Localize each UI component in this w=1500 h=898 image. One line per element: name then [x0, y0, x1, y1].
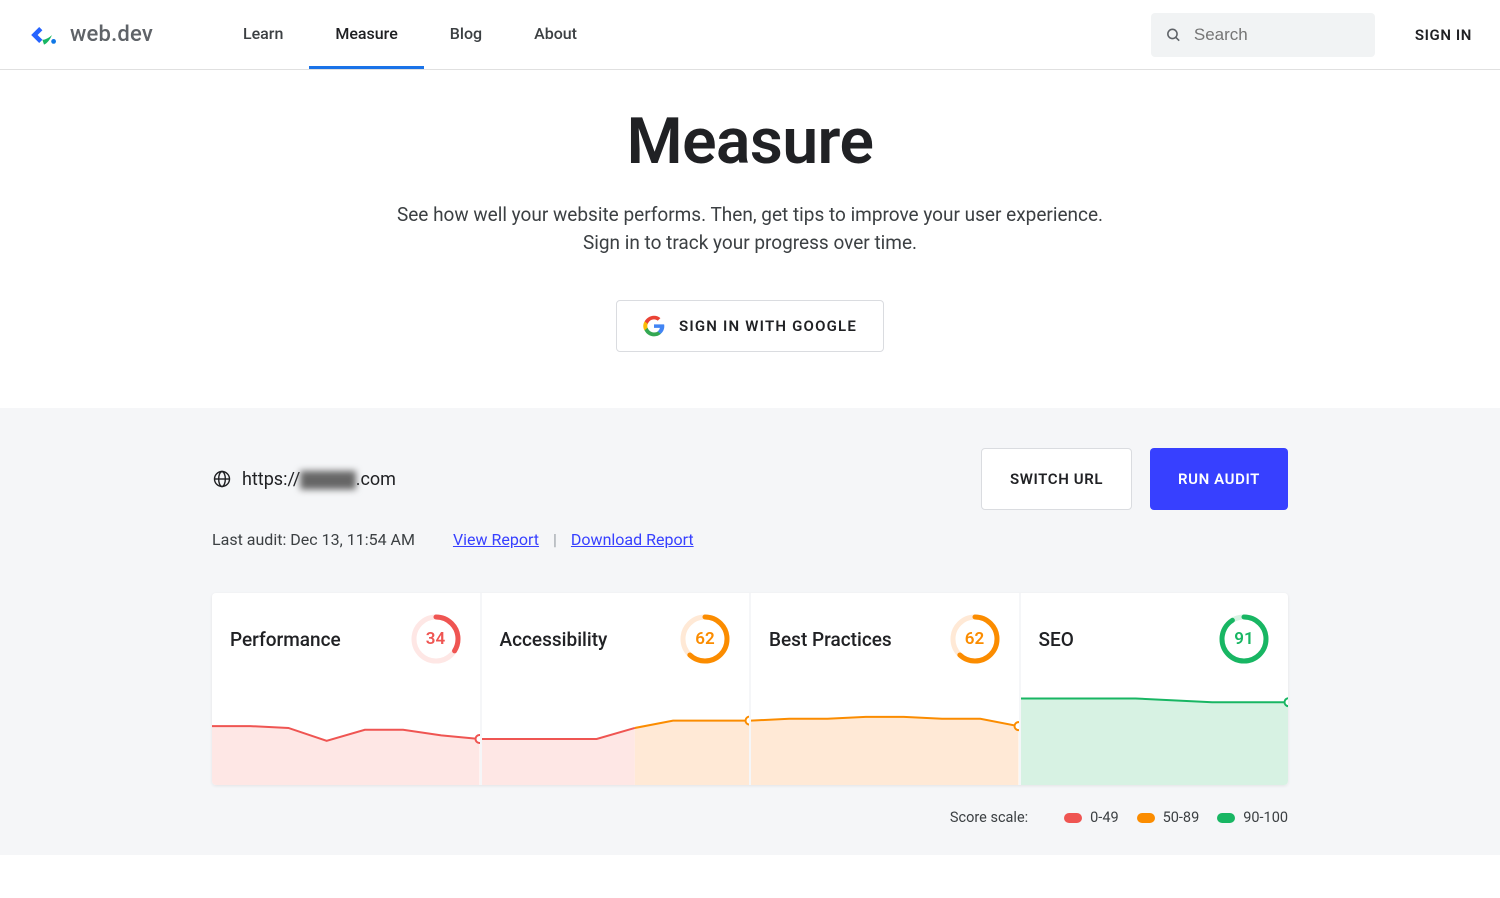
- score-card-accessibility[interactable]: Accessibility 62: [482, 593, 750, 785]
- google-signin-button[interactable]: SIGN IN WITH GOOGLE: [616, 300, 884, 352]
- search-input[interactable]: [1194, 25, 1361, 45]
- score-gauge: 62: [679, 613, 731, 665]
- audited-url: https://▇▇▇▇.com: [242, 469, 396, 490]
- last-audit-text: Last audit: Dec 13, 11:54 AM: [212, 530, 415, 549]
- hero: Measure See how well your website perfor…: [0, 70, 1500, 408]
- search-box[interactable]: [1151, 13, 1375, 57]
- nav-blog[interactable]: Blog: [424, 0, 508, 69]
- nav: LearnMeasureBlogAbout: [217, 0, 603, 69]
- switch-url-button[interactable]: SWITCH URL: [981, 448, 1132, 510]
- logo-text: web.dev: [70, 22, 153, 47]
- download-report-link[interactable]: Download Report: [571, 530, 694, 549]
- card-title: Performance: [230, 628, 341, 651]
- nav-learn[interactable]: Learn: [217, 0, 309, 69]
- score-cards: Performance 34Accessibility 62Best Pract…: [212, 593, 1288, 785]
- page-title: Measure: [0, 104, 1500, 179]
- view-report-link[interactable]: View Report: [453, 530, 539, 549]
- run-audit-button[interactable]: RUN AUDIT: [1150, 448, 1288, 510]
- trend-sparkline: [212, 685, 480, 785]
- score-gauge: 34: [410, 613, 462, 665]
- audit-section: https://▇▇▇▇.com SWITCH URL RUN AUDIT La…: [0, 408, 1500, 855]
- card-title: Accessibility: [500, 628, 608, 651]
- nav-about[interactable]: About: [508, 0, 603, 69]
- trend-sparkline: [751, 685, 1019, 785]
- globe-icon: [212, 469, 232, 489]
- hero-subtitle: See how well your website performs. Then…: [0, 201, 1500, 256]
- header: web.dev LearnMeasureBlogAbout SIGN IN: [0, 0, 1500, 70]
- search-icon: [1165, 25, 1182, 45]
- score-card-seo[interactable]: SEO 91: [1021, 593, 1289, 785]
- google-icon: [643, 315, 665, 337]
- score-card-performance[interactable]: Performance 34: [212, 593, 480, 785]
- score-gauge: 62: [949, 613, 1001, 665]
- signin-link[interactable]: SIGN IN: [1415, 26, 1472, 44]
- score-legend: Score scale: 0-4950-8990-100: [212, 809, 1288, 827]
- legend-item-mid: 50-89: [1137, 809, 1200, 826]
- nav-measure[interactable]: Measure: [309, 0, 423, 69]
- legend-item-pass: 90-100: [1217, 809, 1288, 826]
- trend-sparkline: [482, 685, 750, 785]
- legend-item-fail: 0-49: [1064, 809, 1118, 826]
- card-title: SEO: [1039, 628, 1074, 651]
- score-card-best-practices[interactable]: Best Practices 62: [751, 593, 1019, 785]
- trend-sparkline: [1021, 685, 1289, 785]
- logo[interactable]: web.dev: [28, 19, 153, 51]
- card-title: Best Practices: [769, 628, 892, 651]
- meta-row: Last audit: Dec 13, 11:54 AM View Report…: [212, 530, 1288, 549]
- url-row: https://▇▇▇▇.com SWITCH URL RUN AUDIT: [212, 448, 1288, 510]
- score-gauge: 91: [1218, 613, 1270, 665]
- webdev-logo-icon: [28, 19, 60, 51]
